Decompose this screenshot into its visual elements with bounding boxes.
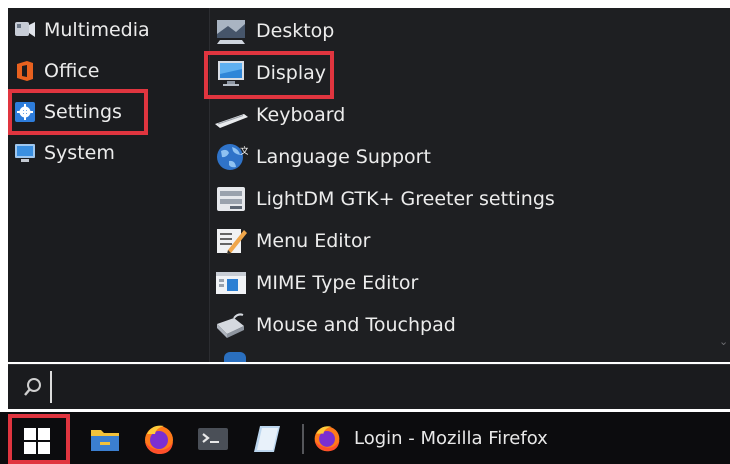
application-list: Desktop Display Keyboard Language Suppor… [209,8,718,362]
app-label: Keyboard [256,104,346,126]
app-label: MIME Type Editor [256,272,419,294]
app-mime-type-editor[interactable]: MIME Type Editor [214,264,418,302]
firefox-icon [312,423,342,453]
windows-logo-icon [24,428,50,458]
app-mouse-touchpad[interactable]: Mouse and Touchpad [214,306,456,344]
scrollbar[interactable]: ⌄ [718,8,730,362]
svg-text:文: 文 [240,145,248,157]
mouse-icon [214,310,248,340]
app-language-support[interactable]: 文 Language Support [214,138,431,176]
app-label: Language Support [256,146,431,168]
category-label: System [44,142,115,164]
taskbar: Login - Mozilla Firefox [0,412,730,464]
window-icon [254,426,280,452]
category-system[interactable]: System [14,137,115,169]
app-desktop[interactable]: Desktop [214,12,334,50]
category-label: Multimedia [44,19,150,41]
category-multimedia[interactable]: Multimedia [14,14,150,46]
app-label: Desktop [256,20,335,42]
system-monitor-icon [14,143,36,163]
app-label: Display [256,62,327,84]
terminal-icon [198,428,228,450]
mime-editor-icon [214,268,248,298]
category-list: Multimedia Office Settings System [8,8,204,362]
app-label: Mouse and Touchpad [256,314,456,336]
category-label: Office [44,60,100,82]
greeter-settings-icon [214,184,248,214]
app-menu: Multimedia Office Settings System Deskto… [8,8,730,362]
file-manager-launcher[interactable] [88,422,122,456]
start-button[interactable] [8,414,70,464]
firefox-launcher[interactable] [142,422,176,456]
app-menu-editor[interactable]: Menu Editor [214,222,370,260]
settings-gear-icon [14,102,36,122]
display-icon [214,58,248,88]
desktop-icon [214,16,248,46]
app-display[interactable]: Display [214,54,326,92]
window-switcher-launcher[interactable] [250,422,284,456]
category-settings[interactable]: Settings [14,96,122,128]
menu-editor-icon [214,226,248,256]
scroll-down-arrow-icon[interactable]: ⌄ [719,335,728,348]
folder-icon [91,430,119,451]
app-keyboard[interactable]: Keyboard [214,96,345,134]
office-icon [14,61,36,81]
multimedia-icon [14,20,36,40]
search-bar [8,364,730,409]
category-office[interactable]: Office [14,55,99,87]
terminal-launcher[interactable] [196,422,230,456]
firefox-icon [145,425,173,454]
app-lightdm-greeter[interactable]: LightDM GTK+ Greeter settings [214,180,555,218]
search-input[interactable] [50,371,698,403]
category-label: Settings [44,101,122,123]
partial-list-item-icon [224,352,246,362]
taskbar-separator [302,424,304,454]
keyboard-icon [214,100,248,130]
window-title: Login - Mozilla Firefox [354,427,548,449]
language-globe-icon: 文 [214,142,249,172]
taskbar-window-firefox[interactable]: Login - Mozilla Firefox [312,418,548,458]
app-label: LightDM GTK+ Greeter settings [256,188,555,210]
app-label: Menu Editor [256,230,371,252]
search-icon [22,376,44,398]
